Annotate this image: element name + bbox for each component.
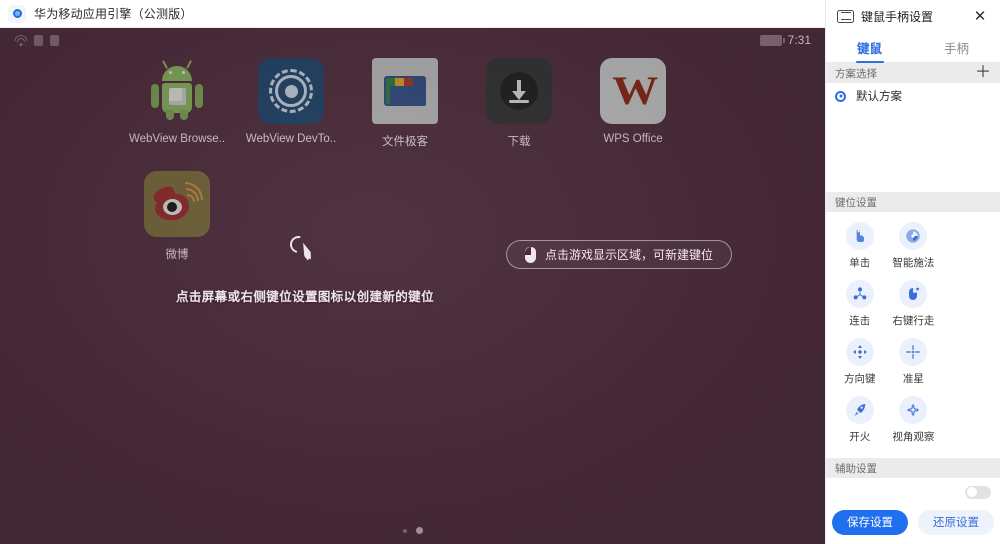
tap-icon bbox=[845, 222, 874, 250]
app-label: 文件极客 bbox=[382, 136, 428, 148]
page-dot[interactable] bbox=[402, 528, 407, 533]
sd-card-icon bbox=[50, 34, 59, 46]
combo-icon bbox=[845, 280, 874, 308]
tab-keyboard-mouse[interactable]: 键鼠 bbox=[826, 32, 913, 62]
key-type-label: 方向键 bbox=[844, 373, 876, 385]
key-type-grid: 单击 智能施法 连击 右键行走 方向键 准星 开火 视角观察 bbox=[826, 212, 1000, 458]
app-logo-icon bbox=[8, 4, 26, 23]
battery-icon bbox=[759, 34, 785, 46]
panel-empty-area bbox=[826, 109, 1000, 192]
page-dot-active[interactable] bbox=[415, 527, 423, 534]
key-type-smart-cast[interactable]: 智能施法 bbox=[887, 222, 941, 270]
window-titlebar: 华为移动应用引擎（公测版） bbox=[0, 0, 825, 28]
key-type-fire[interactable]: 开火 bbox=[833, 396, 887, 444]
download-icon bbox=[486, 58, 552, 124]
panel-header: 键鼠手柄设置 ✕ bbox=[826, 0, 1000, 32]
key-type-dpad[interactable]: 方向键 bbox=[833, 338, 887, 386]
key-type-label: 右键行走 bbox=[892, 315, 935, 327]
sim-card-icon bbox=[34, 34, 43, 46]
key-type-right-click-walk[interactable]: 右键行走 bbox=[887, 280, 941, 328]
crosshair-icon bbox=[899, 338, 928, 366]
app-icon-download[interactable]: 下载 bbox=[462, 58, 576, 149]
panel-footer: 保存设置 还原设置 bbox=[826, 500, 1000, 544]
weibo-icon bbox=[144, 171, 210, 237]
wps-office-icon: W bbox=[600, 58, 666, 124]
fire-icon bbox=[845, 396, 874, 424]
scheme-section-header: 方案选择 ＋ bbox=[826, 63, 1000, 83]
app-label: WPS Office bbox=[603, 133, 663, 145]
keys-section-header: 键位设置 bbox=[826, 192, 1000, 212]
wifi-icon bbox=[14, 34, 27, 46]
key-type-label: 单击 bbox=[849, 257, 871, 269]
aux-setting-row[interactable] bbox=[826, 478, 1000, 500]
app-icon-webview-browser[interactable]: WebView Browse.. bbox=[120, 58, 234, 149]
close-icon[interactable]: ✕ bbox=[969, 5, 991, 27]
plus-icon[interactable]: ＋ bbox=[975, 65, 991, 81]
key-type-view-look[interactable]: 视角观察 bbox=[887, 396, 941, 444]
key-type-crosshair[interactable]: 准星 bbox=[887, 338, 941, 386]
panel-tabs: 键鼠 手柄 bbox=[826, 32, 1000, 63]
scheme-list: 默认方案 bbox=[826, 83, 1000, 109]
click-cursor-icon bbox=[286, 232, 322, 270]
home-page-indicator bbox=[0, 527, 825, 534]
reset-button[interactable]: 还原设置 bbox=[918, 509, 994, 535]
create-key-hint-text: 点击屏幕或右侧键位设置图标以创建新的键位 bbox=[175, 290, 434, 304]
view-look-icon bbox=[899, 396, 928, 424]
new-key-pill[interactable]: 点击游戏显示区域，可新建键位 bbox=[506, 240, 733, 269]
aux-section-header: 辅助设置 bbox=[826, 458, 1000, 478]
app-label: WebView Browse.. bbox=[128, 133, 226, 145]
devtools-gear-icon bbox=[258, 58, 324, 124]
tab-gamepad[interactable]: 手柄 bbox=[913, 32, 1000, 62]
keyboard-icon bbox=[837, 9, 854, 23]
radio-icon[interactable] bbox=[835, 90, 846, 102]
panel-title: 键鼠手柄设置 bbox=[861, 9, 934, 24]
list-item[interactable]: 默认方案 bbox=[826, 83, 1000, 109]
app-icon-webview-devtools[interactable]: WebView DevTo.. bbox=[234, 58, 348, 149]
right-click-walk-icon bbox=[899, 280, 928, 308]
android-robot-icon bbox=[144, 58, 210, 124]
key-type-label: 视角观察 bbox=[892, 431, 935, 443]
key-type-label: 开火 bbox=[849, 431, 871, 443]
status-clock: 7:31 bbox=[787, 33, 811, 47]
dpad-icon bbox=[845, 338, 874, 366]
smart-cast-icon bbox=[899, 222, 928, 250]
keys-section-title: 键位设置 bbox=[835, 196, 877, 209]
toggle-switch[interactable] bbox=[965, 485, 991, 499]
app-label: 下载 bbox=[507, 136, 531, 148]
app-icon-file-manager[interactable]: 文件极客 bbox=[348, 58, 462, 149]
save-button[interactable]: 保存设置 bbox=[832, 509, 908, 535]
key-mapping-panel: 键鼠手柄设置 ✕ 键鼠 手柄 方案选择 ＋ 默认方案 键位设置 单击 智能施法 … bbox=[825, 0, 1000, 544]
emulator-screen[interactable]: 7:31 WebView Browse.. WebView DevTo.. 文件… bbox=[0, 28, 825, 544]
aux-section-title: 辅助设置 bbox=[835, 462, 877, 475]
scheme-section-title: 方案选择 bbox=[835, 67, 877, 80]
key-type-label: 连击 bbox=[849, 315, 871, 327]
key-type-combo[interactable]: 连击 bbox=[833, 280, 887, 328]
mouse-icon bbox=[525, 246, 536, 263]
scheme-label: 默认方案 bbox=[856, 91, 902, 103]
key-type-tap[interactable]: 单击 bbox=[833, 222, 887, 270]
app-icon-wps-office[interactable]: W WPS Office bbox=[576, 58, 690, 149]
window-title: 华为移动应用引擎（公测版） bbox=[34, 7, 193, 21]
key-type-label: 智能施法 bbox=[892, 257, 935, 269]
key-type-label: 准星 bbox=[902, 373, 924, 385]
file-manager-icon bbox=[372, 58, 438, 124]
new-key-pill-text: 点击游戏显示区域，可新建键位 bbox=[545, 248, 714, 262]
app-label: WebView DevTo.. bbox=[245, 133, 337, 145]
app-root: 华为移动应用引擎（公测版） 7:31 WebView Browse.. WebV… bbox=[0, 0, 1000, 544]
android-status-bar: 7:31 bbox=[0, 28, 825, 52]
